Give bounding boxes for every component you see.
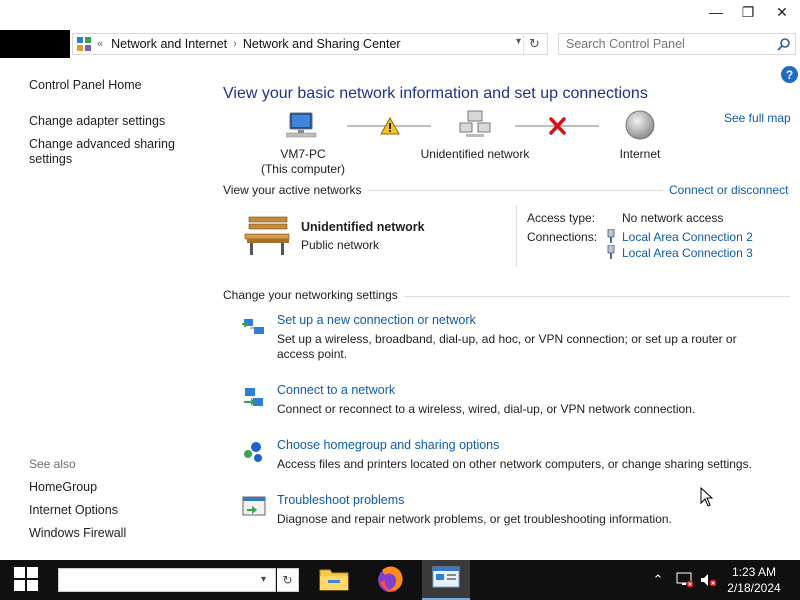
taskbar-firefox[interactable]	[366, 560, 414, 600]
breadcrumb-network-and-internet[interactable]: Network and Internet	[111, 37, 227, 51]
control-panel-window-icon	[432, 566, 460, 593]
help-button[interactable]: ?	[781, 66, 798, 83]
chevron-down-icon[interactable]: ▾	[261, 574, 266, 585]
taskbar-file-explorer[interactable]	[310, 560, 358, 600]
minimize-button[interactable]: —	[700, 0, 732, 24]
breadcrumb-overflow[interactable]: «	[97, 38, 103, 50]
red-x-icon	[548, 117, 568, 135]
network-name: Unidentified network	[420, 147, 530, 161]
connections-label: Connections:	[527, 230, 598, 244]
tray-volume-muted-icon[interactable]	[697, 560, 719, 600]
navigation-buttons[interactable]	[0, 30, 70, 58]
setup-connection-description: Set up a wireless, broadband, dial-up, a…	[277, 332, 737, 361]
clock-date: 2/18/2024	[727, 581, 781, 595]
address-bar[interactable]: « Network and Internet › Network and Sha…	[72, 33, 548, 55]
local-area-connection-2-link[interactable]: Local Area Connection 2	[622, 230, 753, 244]
windows-logo-icon	[14, 566, 38, 594]
taskbar-clock[interactable]: 1:23 AM 2/18/2024	[722, 564, 786, 596]
close-icon: ✕	[776, 3, 788, 20]
search-icon[interactable]	[777, 37, 791, 54]
firefox-icon	[375, 564, 405, 597]
task-setup-connection: Set up a new connection or network Set u…	[242, 313, 782, 363]
setup-connection-icon	[242, 315, 266, 339]
map-node-network[interactable]: Unidentified network	[410, 109, 540, 161]
change-adapter-settings-link[interactable]: Change adapter settings	[29, 114, 194, 129]
refresh-icon[interactable]: ↻	[277, 568, 299, 592]
task-connect-network: Connect to a network Connect or reconnec…	[242, 383, 782, 423]
map-node-computer[interactable]: VM7-PC (This computer)	[258, 109, 348, 176]
tray-overflow-chevron[interactable]: ⌃	[648, 560, 668, 600]
computer-name: VM7-PC	[280, 147, 326, 161]
maximize-button[interactable]: ❐	[732, 0, 764, 24]
close-button[interactable]: ✕	[766, 0, 798, 24]
map-node-internet[interactable]: Internet	[605, 109, 675, 161]
change-settings-heading: Change your networking settings	[223, 288, 404, 302]
taskbar-control-panel[interactable]	[422, 560, 470, 600]
connect-or-disconnect-link[interactable]: Connect or disconnect	[663, 183, 789, 197]
connect-network-icon	[242, 385, 266, 409]
refresh-icon[interactable]: ↻	[523, 34, 545, 54]
left-pane: Control Panel Home Change adapter settin…	[0, 63, 200, 560]
internet-options-link[interactable]: Internet Options	[29, 503, 194, 518]
troubleshoot-icon	[242, 495, 266, 519]
tray-network-icon[interactable]	[674, 560, 696, 600]
main-content: ? View your basic network information an…	[200, 63, 800, 560]
mouse-pointer-icon	[700, 486, 714, 510]
folder-icon	[319, 566, 349, 595]
minimize-icon: —	[709, 4, 723, 20]
search-box[interactable]	[558, 33, 796, 55]
see-full-map-link[interactable]: See full map	[724, 111, 791, 125]
active-networks-heading: View your active networks	[223, 183, 368, 197]
breadcrumb-separator: ›	[233, 38, 237, 50]
access-type-value: No network access	[622, 211, 724, 225]
control-panel-icon	[73, 34, 95, 54]
computer-subtitle: (This computer)	[260, 162, 346, 176]
windows-firewall-link[interactable]: Windows Firewall	[29, 526, 194, 541]
clock-time: 1:23 AM	[731, 565, 777, 579]
homegroup-icon	[242, 440, 266, 464]
homegroup-sharing-link[interactable]: Choose homegroup and sharing options	[277, 438, 499, 452]
computer-icon	[258, 109, 348, 143]
taskbar: ▾ ↻ ⌃ 1:23 AM 2/18/2024	[0, 560, 800, 600]
setup-connection-link[interactable]: Set up a new connection or network	[277, 313, 476, 327]
page-title: View your basic network information and …	[223, 85, 648, 102]
access-type-label: Access type:	[527, 211, 596, 225]
bench-icon	[243, 215, 293, 260]
active-network-name: Unidentified network	[301, 220, 425, 234]
connect-network-link[interactable]: Connect to a network	[277, 383, 395, 397]
troubleshoot-description: Diagnose and repair network problems, or…	[277, 512, 672, 526]
chevron-down-icon[interactable]: ▾	[516, 36, 521, 47]
maximize-icon: ❐	[741, 3, 755, 20]
homegroup-sharing-description: Access files and printers located on oth…	[277, 457, 752, 471]
homegroup-link[interactable]: HomeGroup	[29, 480, 194, 495]
taskbar-address-input[interactable]: ▾	[58, 568, 276, 592]
connect-network-description: Connect or reconnect to a wireless, wire…	[277, 402, 696, 416]
title-bar: — ❐ ✕	[0, 0, 800, 30]
internet-label: Internet	[619, 147, 661, 161]
breadcrumb-network-and-sharing-center[interactable]: Network and Sharing Center	[243, 37, 401, 51]
active-network-type[interactable]: Public network	[301, 238, 379, 252]
local-area-connection-3-link[interactable]: Local Area Connection 3	[622, 246, 753, 260]
troubleshoot-link[interactable]: Troubleshoot problems	[277, 493, 404, 507]
search-input[interactable]	[559, 34, 769, 54]
change-advanced-sharing-settings-link[interactable]: Change advanced sharing settings	[29, 137, 194, 167]
start-button[interactable]	[0, 560, 52, 600]
vertical-divider	[516, 205, 517, 267]
see-also-heading: See also	[29, 457, 76, 471]
ethernet-icon	[606, 244, 616, 259]
warning-icon	[380, 116, 400, 135]
control-panel-home-link[interactable]: Control Panel Home	[29, 78, 194, 93]
ethernet-icon	[606, 228, 616, 243]
globe-icon	[605, 109, 675, 143]
task-homegroup: Choose homegroup and sharing options Acc…	[242, 438, 782, 478]
